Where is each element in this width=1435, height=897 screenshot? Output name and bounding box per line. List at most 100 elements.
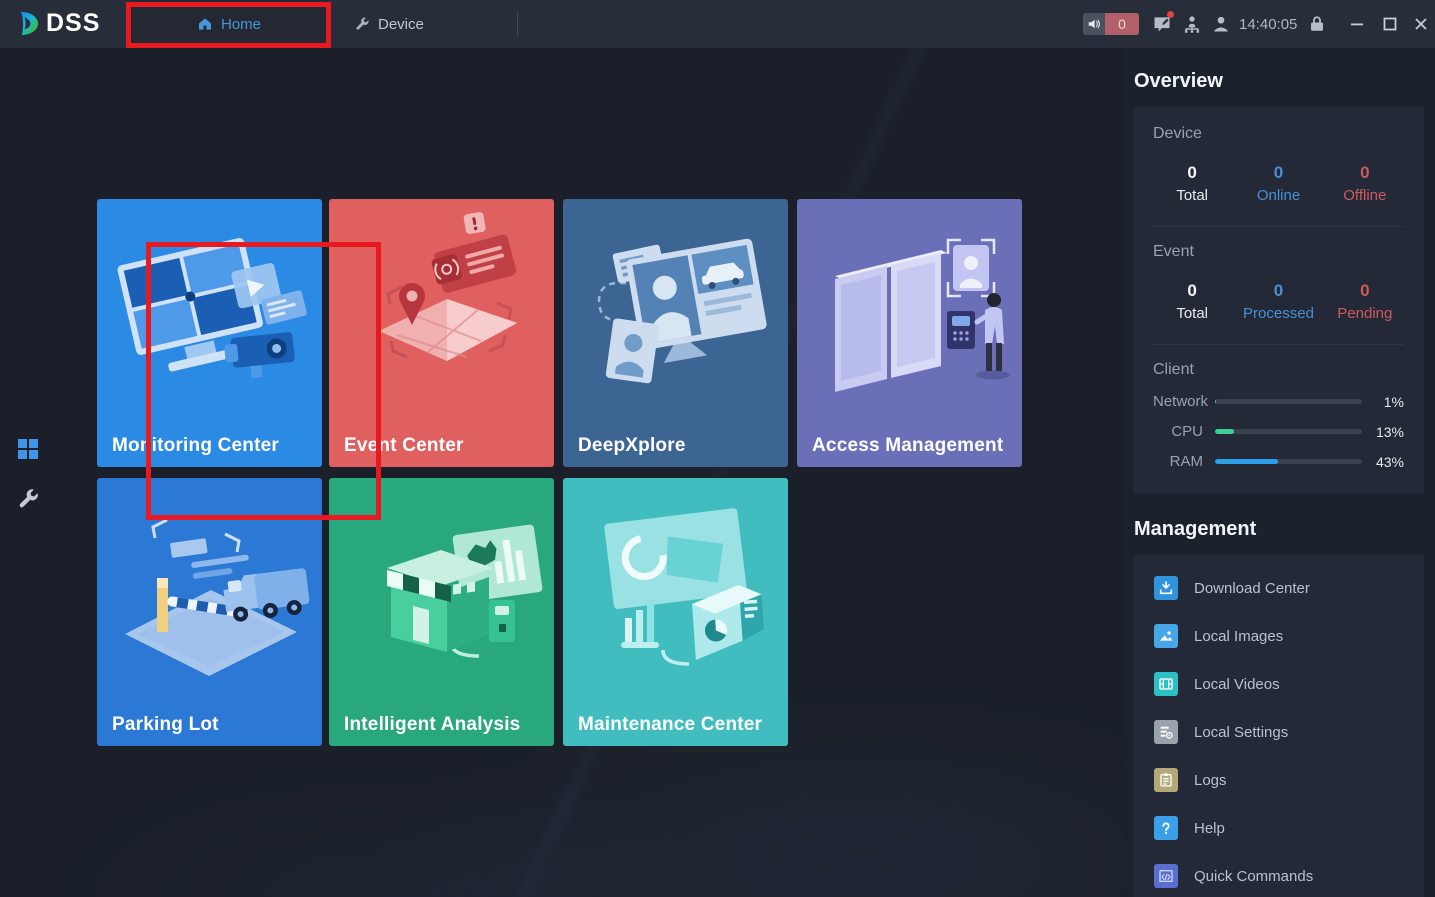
cpu-label: CPU	[1171, 423, 1203, 440]
device-offline-stat[interactable]: 0 Offline	[1322, 163, 1408, 204]
management-item-quick-commands[interactable]: Quick Commands	[1133, 852, 1424, 897]
cpu-value: 13%	[1375, 423, 1404, 440]
ram-meter-track	[1215, 459, 1362, 464]
management-item-help[interactable]: Help	[1133, 804, 1424, 852]
management-item-local-settings[interactable]: Local Settings	[1133, 708, 1424, 756]
image-icon	[1154, 624, 1178, 648]
dss-home-screen: DSS Home Device 0 14:40:05 Monitoring Ce…	[0, 0, 1435, 897]
management-item-local-images[interactable]: Local Images	[1133, 612, 1424, 660]
divider	[1153, 226, 1404, 227]
alarm-counter[interactable]: 0	[1083, 13, 1139, 35]
network-value: 1%	[1383, 393, 1404, 410]
management-item-label: Local Images	[1194, 627, 1284, 645]
site-tree-icon[interactable]	[1182, 14, 1202, 34]
apps-grid-icon[interactable]	[16, 437, 40, 461]
lock-icon[interactable]	[1308, 15, 1326, 33]
download-icon	[1154, 576, 1178, 600]
event-pending-label: Pending	[1337, 305, 1393, 322]
client-section-title: Client	[1153, 361, 1194, 378]
access-management-illustration	[835, 238, 1010, 392]
network-label: Network	[1153, 393, 1209, 410]
tile-maintenance-center[interactable]: Maintenance Center	[563, 478, 788, 746]
tile-event-center[interactable]: Event Center	[329, 199, 554, 467]
event-processed-stat[interactable]: 0 Processed	[1235, 281, 1321, 322]
overview-title: Overview	[1134, 70, 1223, 92]
event-total-stat: 0 Total	[1149, 281, 1235, 322]
device-online-value: 0	[1273, 163, 1284, 182]
event-processed-label: Processed	[1243, 305, 1314, 322]
tile-intelligent-analysis[interactable]: Intelligent Analysis	[329, 478, 554, 746]
title-bar: DSS Home Device 0 14:40:05	[0, 0, 1435, 48]
log-clipboard-icon	[1154, 768, 1178, 792]
topbar-divider	[517, 12, 518, 36]
management-item-download-center[interactable]: Download Center	[1133, 564, 1424, 612]
deepxplore-illustration	[597, 238, 767, 384]
overview-card: Device 0 Total 0 Online 0 Offline Event	[1133, 107, 1424, 494]
ram-meter: RAM 43%	[1153, 453, 1404, 470]
device-total-stat: 0 Total	[1149, 163, 1235, 204]
management-item-label: Quick Commands	[1194, 867, 1314, 885]
cpu-meter: CPU 13%	[1153, 423, 1404, 440]
device-offline-value: 0	[1360, 163, 1370, 182]
tile-parking-lot[interactable]: Parking Lot	[97, 478, 322, 746]
cpu-meter-track	[1215, 429, 1362, 434]
event-processed-value: 0	[1273, 281, 1284, 300]
intelligent-analysis-illustration	[387, 524, 543, 658]
parking-lot-illustration	[125, 518, 310, 676]
device-online-stat[interactable]: 0 Online	[1235, 163, 1321, 204]
management-item-label: Local Settings	[1194, 723, 1289, 741]
device-section-title: Device	[1153, 125, 1202, 142]
management-item-logs[interactable]: Logs	[1133, 756, 1424, 804]
home-icon	[198, 18, 211, 30]
tools-wrench-icon[interactable]	[16, 487, 40, 511]
event-stats: 0 Total 0 Processed 0 Pending	[1133, 261, 1424, 332]
alarm-speaker-icon	[1083, 13, 1105, 35]
dss-logo-icon	[20, 11, 39, 36]
wrench-icon	[356, 17, 369, 30]
network-meter: Network 1%	[1153, 393, 1404, 410]
management-title: Management	[1134, 518, 1257, 540]
tile-label: Monitoring Center	[112, 435, 279, 456]
tile-monitoring-center[interactable]: Monitoring Center	[97, 199, 322, 467]
event-pending-value: 0	[1360, 281, 1370, 300]
help-icon	[1154, 816, 1178, 840]
close-button[interactable]	[1413, 16, 1429, 32]
alarm-count-badge: 0	[1105, 13, 1139, 35]
settings-doc-icon	[1154, 720, 1178, 744]
device-total-value: 0	[1187, 163, 1197, 182]
divider	[1153, 344, 1404, 345]
management-item-local-videos[interactable]: Local Videos	[1133, 660, 1424, 708]
device-online-label: Online	[1256, 187, 1301, 204]
ram-label: RAM	[1169, 453, 1203, 470]
tab-home[interactable]: Home	[131, 0, 327, 48]
management-item-label: Local Videos	[1194, 675, 1280, 693]
device-offline-label: Offline	[1343, 187, 1387, 204]
tile-access-management[interactable]: Access Management	[797, 199, 1022, 467]
right-panel: Overview Device 0 Total 0 Online 0 Offli…	[1123, 48, 1435, 897]
monitoring-center-illustration	[117, 238, 307, 379]
client-meters: Network 1% CPU 13% RAM 43%	[1133, 379, 1424, 488]
home-tile-area: Monitoring Center Event Center DeepXplor…	[56, 48, 1123, 897]
ram-value: 43%	[1375, 453, 1404, 470]
device-total-label: Total	[1176, 187, 1208, 204]
tile-label: Event Center	[344, 435, 464, 456]
tab-device-label: Device	[378, 15, 424, 33]
management-item-label: Logs	[1194, 771, 1227, 789]
event-section-title: Event	[1153, 243, 1194, 260]
event-total-value: 0	[1187, 281, 1197, 300]
management-item-label: Help	[1194, 819, 1225, 837]
code-icon	[1154, 864, 1178, 888]
app-logo: DSS	[14, 9, 100, 38]
device-stats: 0 Total 0 Online 0 Offline	[1133, 143, 1424, 214]
management-item-label: Download Center	[1194, 579, 1310, 597]
clock: 14:40:05	[1239, 16, 1298, 33]
tile-deepxplore[interactable]: DeepXplore	[563, 199, 788, 467]
minimize-button[interactable]	[1349, 16, 1365, 32]
network-meter-track	[1215, 399, 1362, 404]
tab-device[interactable]: Device	[336, 0, 442, 48]
event-total-label: Total	[1176, 305, 1208, 322]
tile-label: Parking Lot	[112, 714, 219, 735]
maximize-button[interactable]	[1382, 16, 1398, 32]
user-icon[interactable]	[1211, 14, 1231, 34]
event-pending-stat[interactable]: 0 Pending	[1322, 281, 1408, 322]
